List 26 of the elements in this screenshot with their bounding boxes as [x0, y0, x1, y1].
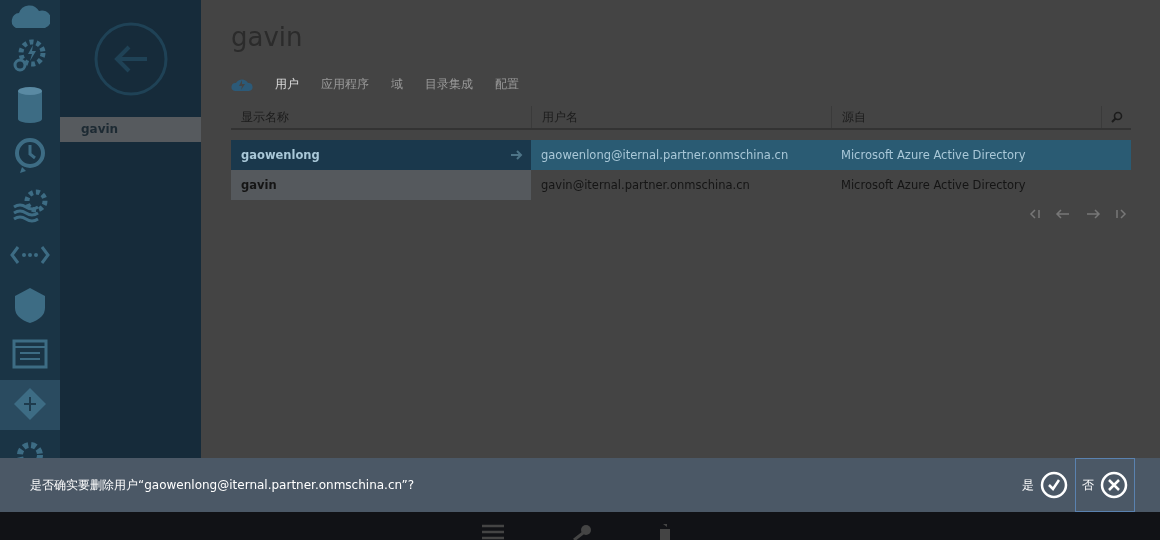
pager-arrow-icon[interactable]: [1085, 208, 1101, 220]
confirm-message: 是否确实要删除用户“gaowenlong@iternal.partner.onmschina.cn”?: [30, 476, 416, 494]
arrow-right-icon[interactable]: [511, 150, 523, 160]
tab[interactable]: 配置: [495, 75, 519, 93]
cloud-icon: [231, 77, 253, 91]
nav-item[interactable]: [0, 380, 60, 430]
check-circle-icon: [1040, 471, 1068, 499]
no-button[interactable]: 否: [1075, 458, 1135, 512]
tab[interactable]: 应用程序: [321, 75, 369, 93]
pager-arrow-icon[interactable]: [1055, 208, 1071, 220]
tab[interactable]: 用户: [275, 75, 299, 93]
directory-item[interactable]: gavin: [60, 117, 201, 142]
table-cell: Microsoft Azure Active Directory: [841, 148, 1026, 162]
table-cell: gaowenlong@iternal.partner.onmschina.cn: [541, 148, 789, 162]
menu-icon[interactable]: [482, 524, 504, 540]
tab[interactable]: 目录集成: [425, 75, 473, 93]
close-circle-icon: [1100, 471, 1128, 499]
yes-button[interactable]: 是: [1015, 458, 1075, 512]
search-icon[interactable]: [1110, 111, 1123, 123]
table-row[interactable]: gaowenlong gaowenlong@iternal.partner.onmschina.cn Microsoft Azure Active Directory: [231, 140, 1131, 170]
table-cell: gaowenlong: [241, 148, 320, 162]
key-icon[interactable]: [572, 524, 592, 540]
tab[interactable]: 域: [391, 75, 403, 93]
back-button[interactable]: [92, 20, 169, 97]
cloud-icon: [10, 2, 50, 30]
table-cell: gavin: [241, 178, 277, 192]
